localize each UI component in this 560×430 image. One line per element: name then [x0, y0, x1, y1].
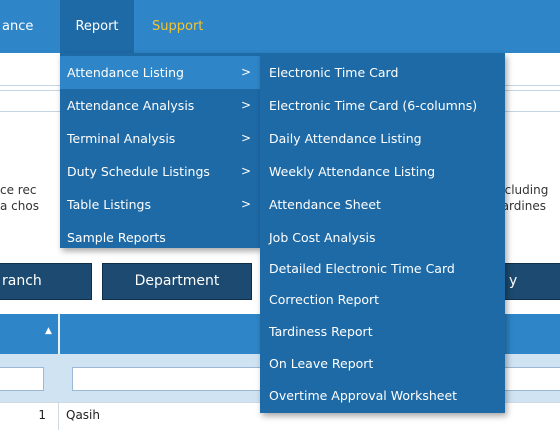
tab-department[interactable]: Department: [102, 263, 252, 300]
menu-item-attendance-analysis[interactable]: Attendance Analysis >: [60, 89, 260, 122]
attendance-listing-submenu: Electronic Time Card Electronic Time Car…: [260, 53, 505, 413]
chevron-right-icon: >: [241, 98, 252, 112]
submenu-item-detailed-electronic-time-card[interactable]: Detailed Electronic Time Card: [260, 252, 505, 285]
submenu-item-overtime-approval-worksheet[interactable]: Overtime Approval Worksheet: [260, 379, 505, 412]
row-number: 1: [38, 408, 46, 422]
submenu-item-weekly-attendance-listing[interactable]: Weekly Attendance Listing: [260, 155, 505, 188]
sort-ascending-icon[interactable]: ▲: [45, 326, 52, 336]
submenu-item-electronic-time-card-6-columns[interactable]: Electronic Time Card (6-columns): [260, 89, 505, 122]
chevron-right-icon: >: [241, 164, 252, 178]
report-menu: Attendance Listing > Attendance Analysis…: [60, 53, 260, 248]
submenu-item-correction-report[interactable]: Correction Report: [260, 283, 505, 316]
submenu-item-daily-attendance-listing[interactable]: Daily Attendance Listing: [260, 122, 505, 155]
menu-report[interactable]: Report: [60, 0, 134, 53]
description-text-left-2: a chos: [0, 199, 39, 213]
description-text-left-1: ce rec: [0, 183, 37, 197]
menu-item-attendance-listing[interactable]: Attendance Listing >: [60, 56, 260, 89]
menu-item-label: Attendance Analysis: [67, 98, 195, 113]
menu-item-table-listings[interactable]: Table Listings >: [60, 188, 260, 221]
menu-item-label: Sample Reports: [67, 230, 166, 245]
menu-item-label: Attendance Listing: [67, 65, 184, 80]
header-divider: [58, 314, 60, 354]
menu-support[interactable]: Support: [152, 0, 203, 53]
filter-input-number[interactable]: [0, 367, 44, 391]
chevron-right-icon: >: [241, 197, 252, 211]
submenu-item-electronic-time-card[interactable]: Electronic Time Card: [260, 56, 505, 89]
submenu-item-attendance-sheet[interactable]: Attendance Sheet: [260, 188, 505, 221]
row-name: Qasih: [66, 408, 100, 422]
menu-item-sample-reports[interactable]: Sample Reports: [60, 221, 260, 254]
menu-item-label: Table Listings: [67, 197, 151, 212]
cell-divider: [58, 402, 59, 430]
menu-item-label: Terminal Analysis: [67, 131, 176, 146]
chevron-right-icon: >: [241, 65, 252, 79]
tab-duty-roster[interactable]: y Roste: [502, 263, 560, 324]
menu-item-label: Duty Schedule Listings: [67, 164, 210, 179]
tab-branch[interactable]: ranch: [0, 263, 92, 300]
menu-item-duty-schedule-listings[interactable]: Duty Schedule Listings >: [60, 155, 260, 188]
menu-attendance[interactable]: ance: [0, 0, 33, 53]
submenu-item-on-leave-report[interactable]: On Leave Report: [260, 347, 505, 380]
submenu-item-job-cost-analysis[interactable]: Job Cost Analysis: [260, 221, 505, 254]
submenu-item-tardiness-report[interactable]: Tardiness Report: [260, 315, 505, 348]
chevron-right-icon: >: [241, 131, 252, 145]
menu-item-terminal-analysis[interactable]: Terminal Analysis >: [60, 122, 260, 155]
